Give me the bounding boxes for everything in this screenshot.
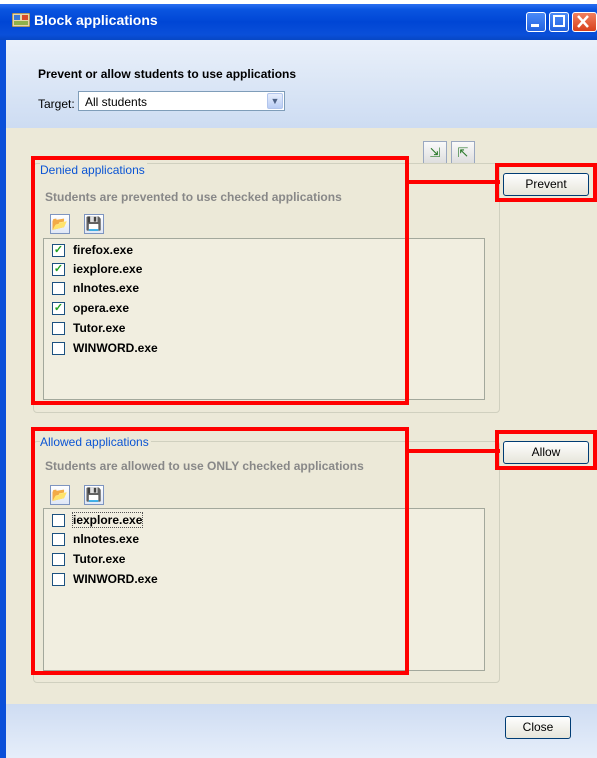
- allowed-highlight-box: [31, 427, 409, 675]
- chevron-down-icon[interactable]: ▼: [267, 93, 283, 109]
- page-heading: Prevent or allow students to use applica…: [38, 67, 297, 81]
- prevent-highlight-box: [495, 163, 597, 202]
- minimize-icon: [531, 24, 539, 27]
- target-select[interactable]: All students ▼: [78, 91, 285, 111]
- target-value: All students: [85, 95, 148, 109]
- window-title: Block applications: [34, 12, 158, 28]
- maximize-icon: [553, 15, 565, 27]
- export-icon: ⇱: [457, 145, 469, 160]
- close-button[interactable]: Close: [505, 716, 571, 739]
- allow-highlight-box: [495, 430, 597, 470]
- denied-highlight-connector: [405, 180, 500, 184]
- export-button[interactable]: ⇱: [451, 141, 475, 164]
- app-icon: [12, 13, 30, 27]
- maximize-button[interactable]: [549, 12, 569, 32]
- minimize-button[interactable]: [526, 12, 546, 32]
- close-window-button[interactable]: [572, 12, 597, 32]
- header-pane: [6, 40, 597, 128]
- import-button[interactable]: ⇲: [423, 141, 447, 164]
- allowed-highlight-connector: [405, 449, 500, 453]
- denied-highlight-box: [31, 156, 409, 405]
- import-icon: ⇲: [429, 145, 441, 160]
- target-label: Target:: [38, 97, 75, 111]
- close-icon: [577, 15, 589, 28]
- window-left-border: [0, 40, 6, 758]
